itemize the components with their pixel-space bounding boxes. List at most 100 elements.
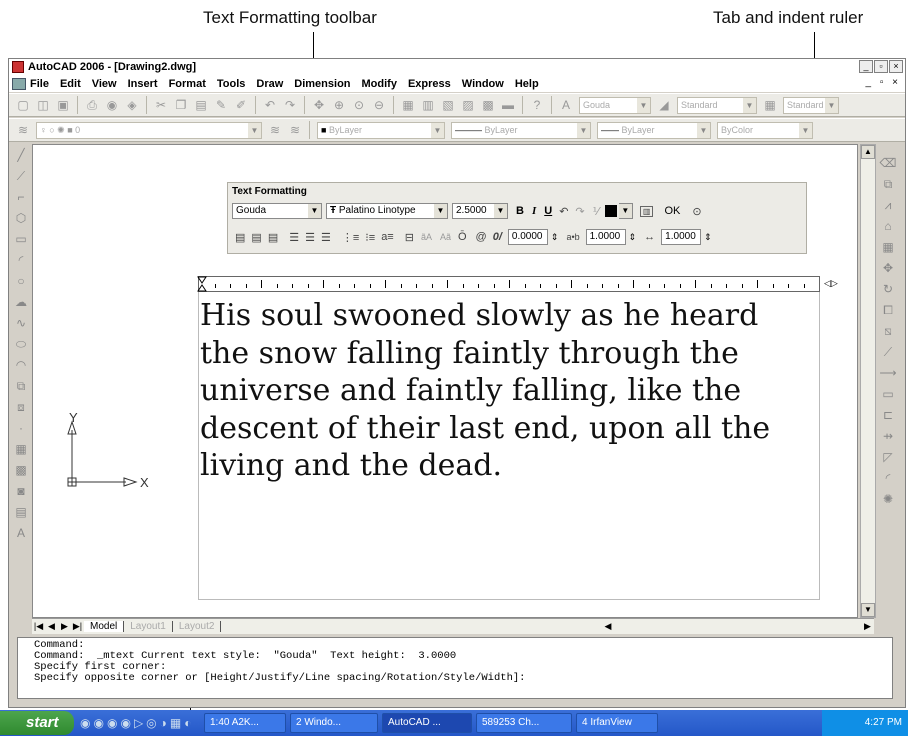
command-window[interactable]: Command: Command: _mtext Current text sty… — [17, 637, 893, 699]
stack-icon[interactable]: ⅟ — [593, 205, 599, 218]
make-current-layer-icon[interactable]: ≋ — [267, 122, 283, 138]
last-tab-icon[interactable]: ▶| — [71, 621, 84, 632]
preview-icon[interactable]: ◉ — [104, 97, 120, 113]
plotstyle-select[interactable]: ByColor ▼ — [717, 121, 813, 139]
spinner-icon[interactable]: ⇕ — [629, 232, 637, 243]
letters-icon[interactable]: a≡ — [381, 231, 394, 243]
start-button[interactable]: start — [0, 711, 74, 735]
table-style-icon[interactable]: ▦ — [762, 97, 778, 113]
calculator-icon[interactable]: ▬ — [500, 97, 516, 113]
explode-icon[interactable]: ✺ — [879, 490, 897, 508]
quick-launch-icon[interactable]: ◎ — [146, 716, 156, 730]
oblique-angle-icon[interactable]: 0/ — [493, 231, 502, 243]
scale-icon[interactable]: ⧠ — [879, 301, 897, 319]
menu-tools[interactable]: Tools — [217, 78, 246, 90]
table-style-select[interactable]: Standard ▼ — [783, 96, 839, 114]
pan-icon[interactable]: ✥ — [311, 97, 327, 113]
spinner-icon[interactable]: ⇕ — [551, 232, 559, 243]
tracking-input[interactable]: 1.0000 — [585, 229, 626, 245]
open-icon[interactable]: ◫ — [35, 97, 51, 113]
erase-icon[interactable]: ⌫ — [879, 154, 897, 172]
menu-help[interactable]: Help — [515, 78, 539, 90]
ruler-toggle-icon[interactable]: ▥ — [639, 205, 654, 217]
quick-launch-icon[interactable]: ◉ — [120, 716, 130, 730]
align-right-icon[interactable]: ▤ — [268, 231, 278, 244]
save-icon[interactable]: ▣ — [55, 97, 71, 113]
taskbar-button[interactable]: 4 IrfanView — [576, 713, 658, 733]
scroll-up-icon[interactable]: ▲ — [861, 145, 875, 159]
menu-view[interactable]: View — [92, 78, 117, 90]
layer-manager-icon[interactable]: ≋ — [15, 122, 31, 138]
align-middle-icon[interactable]: ☰ — [305, 231, 315, 244]
clock[interactable]: 4:27 PM — [865, 717, 902, 728]
linetype-select[interactable]: ——— ByLayer ▼ — [451, 121, 591, 139]
rectangle-icon[interactable]: ▭ — [12, 230, 30, 248]
quick-launch-icon[interactable]: ◑ — [160, 716, 167, 730]
close-button[interactable]: × — [889, 60, 903, 73]
quick-launch-icon[interactable]: ◉ — [107, 716, 117, 730]
text-color-swatch[interactable] — [604, 205, 617, 217]
command-prompt[interactable]: Specify opposite corner or [Height/Justi… — [34, 673, 892, 684]
copy-object-icon[interactable]: ⧉ — [879, 175, 897, 193]
properties-icon[interactable]: ▦ — [400, 97, 416, 113]
undo-icon[interactable]: ↶ — [559, 205, 568, 218]
numbering-icon[interactable]: ⋮≡ — [342, 231, 359, 244]
block-editor-icon[interactable]: ✐ — [233, 97, 249, 113]
copy-icon[interactable]: ❐ — [173, 97, 189, 113]
multiline-text-icon[interactable]: A — [12, 524, 30, 542]
tf-style-select[interactable]: Gouda ▼ — [232, 203, 322, 219]
bullets-icon[interactable]: ⁝≡ — [365, 231, 375, 244]
fillet-icon[interactable]: ◜ — [879, 469, 897, 487]
dim-style-select[interactable]: Standard ▼ — [677, 96, 757, 114]
paste-icon[interactable]: ▤ — [193, 97, 209, 113]
zoom-realtime-icon[interactable]: ⊕ — [331, 97, 347, 113]
vertical-scrollbar[interactable]: ▲ ▼ — [860, 144, 876, 618]
overline-icon[interactable]: Ō — [458, 231, 467, 243]
trim-icon[interactable]: ⟋ — [879, 343, 897, 361]
match-properties-icon[interactable]: ✎ — [213, 97, 229, 113]
zoom-previous-icon[interactable]: ⊖ — [371, 97, 387, 113]
extend-icon[interactable]: ⟶ — [879, 364, 897, 382]
menu-window[interactable]: Window — [462, 78, 504, 90]
first-tab-icon[interactable]: |◀ — [32, 621, 45, 632]
rotate-icon[interactable]: ↻ — [879, 280, 897, 298]
revision-cloud-icon[interactable]: ☁ — [12, 293, 30, 311]
insert-field-icon[interactable]: ⊟ — [405, 231, 414, 244]
tab-model[interactable]: Model — [84, 621, 125, 632]
quick-launch-icon[interactable]: ▷ — [134, 716, 143, 730]
taskbar-button[interactable]: 589253 Ch... — [476, 713, 572, 733]
menu-edit[interactable]: Edit — [60, 78, 81, 90]
menu-file[interactable]: File — [30, 78, 49, 90]
point-icon[interactable]: · — [12, 419, 30, 437]
layer-select[interactable]: ♀ ○ ✺ ■ 0 ▼ — [36, 121, 262, 139]
hscroll-left-icon[interactable]: ◀ — [601, 621, 614, 632]
symbol-icon[interactable]: @ — [476, 231, 487, 243]
stretch-icon[interactable]: ⧅ — [879, 322, 897, 340]
tab-layout1[interactable]: Layout1 — [124, 621, 173, 632]
tf-height-select[interactable]: 2.5000 ▼ — [452, 203, 508, 219]
oblique-angle-input[interactable]: 0.0000 — [507, 229, 548, 245]
design-center-icon[interactable]: ▥ — [420, 97, 436, 113]
break-at-point-icon[interactable]: ▭ — [879, 385, 897, 403]
quick-launch-icon[interactable]: ◉ — [93, 716, 103, 730]
hatch-icon[interactable]: ▦ — [12, 440, 30, 458]
drawing-icon[interactable] — [12, 77, 26, 90]
layer-previous-icon[interactable]: ≋ — [287, 122, 303, 138]
align-center-icon[interactable]: ▤ — [251, 231, 261, 244]
dimension-style-icon[interactable]: ◢ — [656, 97, 672, 113]
table-icon[interactable]: ▤ — [12, 503, 30, 521]
insert-block-icon[interactable]: ⧉ — [12, 377, 30, 395]
help-icon[interactable]: ? — [529, 97, 545, 113]
construction-line-icon[interactable]: ⟋ — [12, 167, 30, 185]
line-icon[interactable]: ╱ — [12, 146, 30, 164]
prev-tab-icon[interactable]: ◀ — [45, 621, 58, 632]
mirror-icon[interactable]: ⩘ — [879, 196, 897, 214]
menu-dimension[interactable]: Dimension — [294, 78, 350, 90]
tool-palettes-icon[interactable]: ▧ — [440, 97, 456, 113]
scroll-down-icon[interactable]: ▼ — [861, 603, 875, 617]
taskbar-button[interactable]: 1:40 A2K... — [204, 713, 286, 733]
ellipse-icon[interactable]: ⬭ — [12, 335, 30, 353]
offset-icon[interactable]: ⌂ — [879, 217, 897, 235]
tf-font-select[interactable]: Ŧ Palatino Linotype ▼ — [326, 203, 448, 219]
uppercase-icon[interactable]: ãA — [421, 232, 432, 242]
